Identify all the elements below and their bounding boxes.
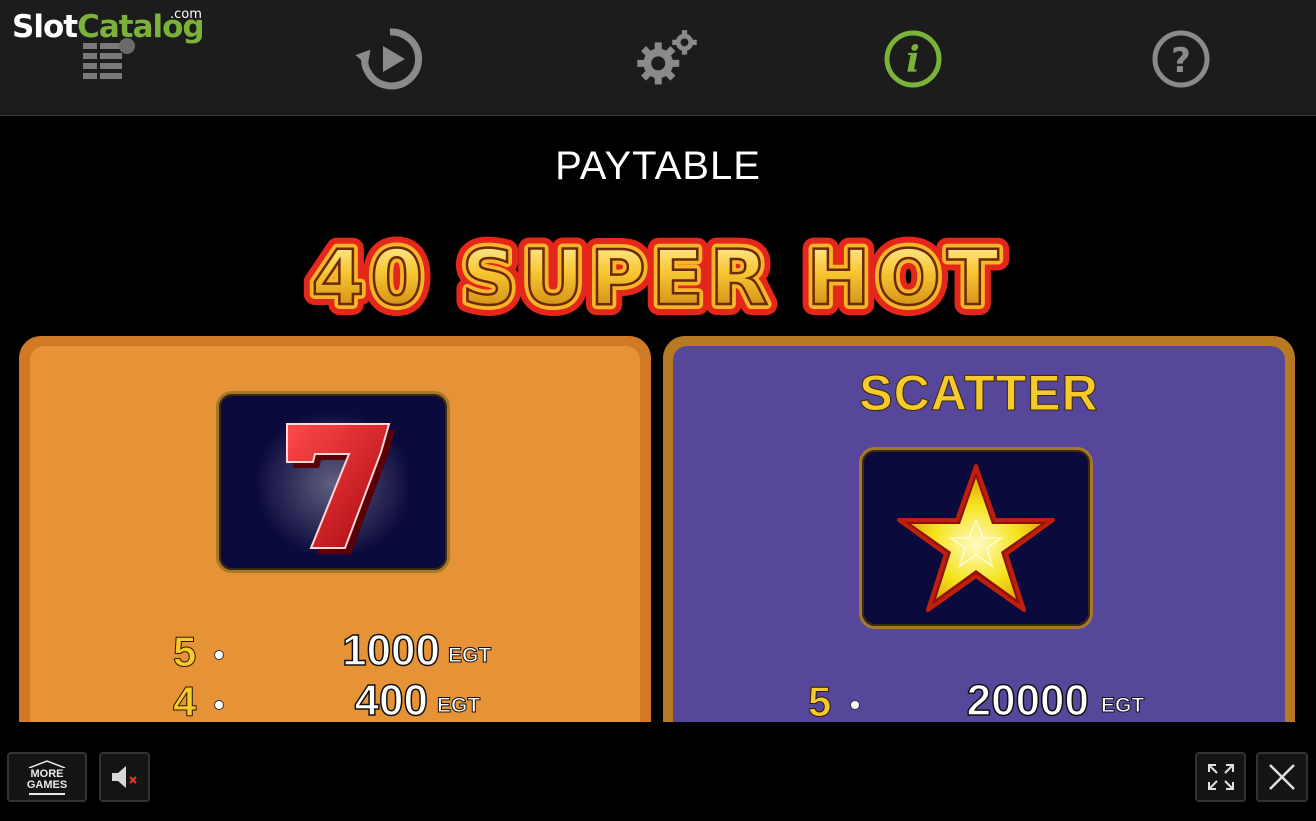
payout-amount: 400 [354,675,429,722]
scatter-title: SCATTER [859,365,1099,422]
close-icon [1269,764,1295,790]
payout-count: 5 [172,628,197,676]
speaker-muted-icon [111,766,137,788]
payout-bullet [214,650,224,660]
payout-row: 5 20000 EGT [673,675,1285,723]
seven-paytable-panel: 5 1000 EGT 4 400 EGT [19,336,651,722]
payout-count: 5 [807,678,832,723]
payout-unit: EGT [1100,694,1145,718]
svg-text:?: ? [1171,41,1191,81]
scatter-paytable-panel: SCATTER 5 20000 EGT [663,336,1295,722]
page-title: PAYTABLE [555,144,761,188]
payout-row: 4 400 EGT [30,675,640,723]
payout-bullet [214,700,224,710]
payout-amount: 1000 [341,625,440,676]
payout-count: 4 [172,678,197,723]
svg-text:i: i [906,39,920,81]
top-navigation-bar: SlotCatalog .com i ? [0,0,1316,116]
help-question-icon[interactable]: ? [1146,24,1216,94]
payout-row: 5 1000 EGT [30,625,640,676]
star-symbol [859,447,1093,629]
house-roof-icon [28,759,66,768]
bottom-toolbar: MORE GAMES [0,722,1316,821]
fullscreen-button[interactable] [1195,752,1246,802]
history-replay-icon[interactable] [355,24,425,94]
game-title-text: 40 SUPER HOT [311,233,1004,322]
more-games-button[interactable]: MORE GAMES [7,752,87,802]
sound-toggle-button[interactable] [99,752,150,802]
expand-icon [1207,764,1234,790]
more-games-label-line2: GAMES [26,778,68,791]
close-button[interactable] [1256,752,1308,802]
payout-bullet [850,700,860,710]
payout-unit: EGT [447,644,492,668]
info-icon[interactable]: i [878,24,948,94]
seven-symbol [216,391,450,573]
settings-gears-icon[interactable] [632,24,702,94]
game-logo: 40 SUPER HOT 40 SUPER HOT 40 SUPER HOT [0,220,1316,333]
slotcatalog-watermark: SlotCatalog .com [12,7,205,45]
payout-amount: 20000 [966,675,1090,722]
payout-unit: EGT [436,694,481,718]
